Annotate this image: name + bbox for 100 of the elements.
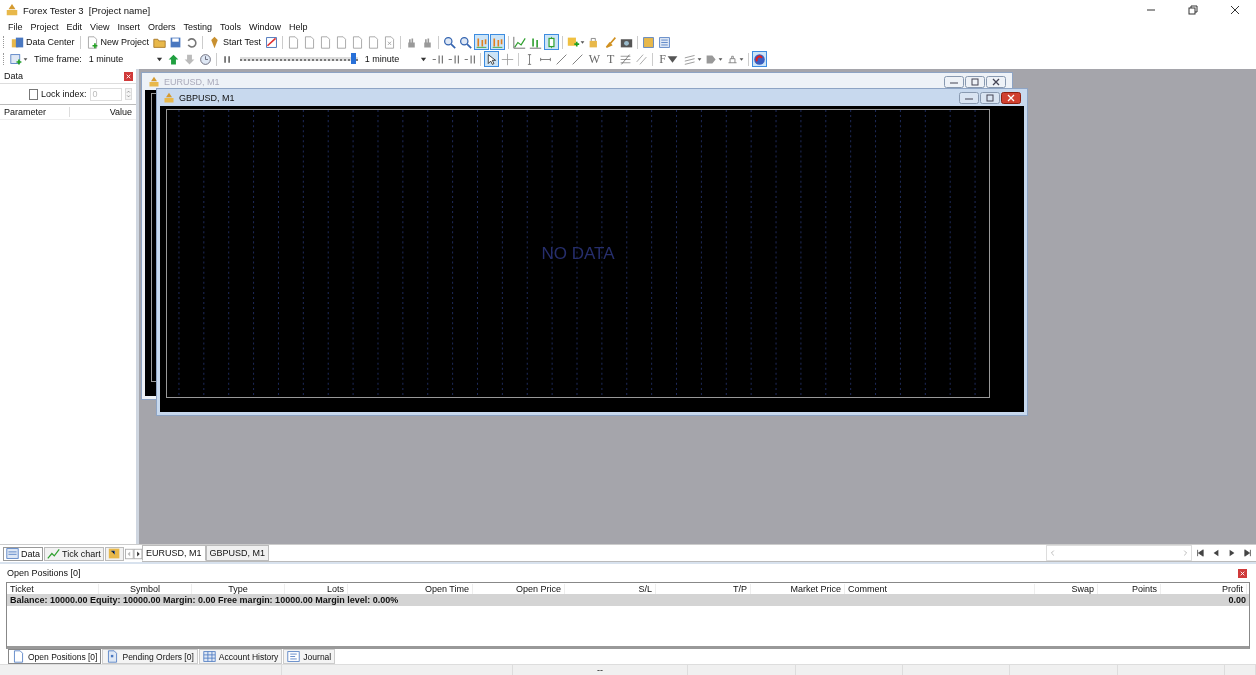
- zoom-in-icon: [442, 35, 456, 49]
- toolbar-button[interactable]: [263, 34, 279, 50]
- timeframe-icon: [10, 52, 23, 66]
- caret-icon: [419, 55, 427, 63]
- line-chart-icon: [47, 547, 60, 560]
- toolbar-button[interactable]: [640, 34, 656, 50]
- app-icon: [163, 91, 175, 104]
- list-icon: [657, 35, 671, 49]
- minimize-button[interactable]: [944, 75, 964, 88]
- toolbar-button[interactable]: [473, 34, 489, 50]
- column-header: Parameter: [4, 107, 47, 117]
- toolbar-button[interactable]: [483, 51, 499, 67]
- toolbar-button[interactable]: [489, 34, 505, 50]
- document-icon: [382, 35, 396, 49]
- step-icon: [462, 52, 476, 66]
- restore-button[interactable]: [1188, 5, 1198, 15]
- document-icon: [106, 650, 120, 663]
- panel-tab[interactable]: Account History: [198, 649, 283, 664]
- toolbar-button[interactable]: [441, 34, 457, 50]
- no-data-message: NO DATA: [541, 243, 615, 264]
- column-header: Profit: [1161, 583, 1247, 594]
- text-tool-button[interactable]: W: [585, 51, 603, 67]
- panel-tab[interactable]: Open Positions [0]: [8, 649, 102, 664]
- trend-line-icon: [554, 52, 568, 66]
- menu-item[interactable]: Testing: [179, 21, 216, 32]
- toolbar-button[interactable]: [656, 34, 672, 50]
- shape-icon: [705, 52, 719, 66]
- first-icon[interactable]: [1196, 549, 1204, 557]
- lock-index-label: Lock index:: [41, 89, 87, 99]
- menu-item[interactable]: Window: [245, 21, 285, 32]
- document-icon: [286, 35, 300, 49]
- column-header: Open Price: [473, 583, 565, 594]
- up-arrow-icon: [166, 52, 180, 66]
- toolbar-button[interactable]: [9, 51, 29, 67]
- bar-chart-icon: [528, 35, 542, 49]
- tab-scroll-buttons[interactable]: [124, 547, 142, 560]
- menu-item[interactable]: Help: [285, 21, 312, 32]
- chart-window-title: GBPUSD, M1: [179, 92, 235, 103]
- toolbar-button[interactable]: Data Center: [9, 34, 77, 50]
- folder-icon: [107, 547, 121, 560]
- last-icon[interactable]: [1244, 549, 1252, 557]
- app-icon: [5, 3, 19, 17]
- journal-icon: [287, 650, 301, 663]
- caret-icon: [697, 56, 703, 62]
- text-tool-button[interactable]: F: [656, 51, 683, 67]
- window-tab[interactable]: GBPUSD, M1: [205, 545, 270, 561]
- timeframe-select[interactable]: 1 minute: [362, 53, 429, 65]
- close-button[interactable]: [1001, 91, 1021, 104]
- panel-tab[interactable]: Tick chart: [44, 546, 104, 561]
- next-icon[interactable]: [1228, 549, 1236, 557]
- toolbar-button[interactable]: [752, 51, 768, 67]
- document-icon: [366, 35, 380, 49]
- status-text: --: [596, 665, 603, 675]
- timeframe-select[interactable]: 1 minute: [86, 53, 165, 65]
- toolbar-button[interactable]: [543, 34, 559, 50]
- caret-icon: [579, 39, 585, 45]
- window-tab[interactable]: EURUSD, M1: [142, 545, 206, 561]
- panel-tab[interactable]: Data: [3, 546, 43, 561]
- trend-line-icon: [570, 52, 584, 66]
- close-icon[interactable]: [1230, 5, 1240, 15]
- menu-item[interactable]: Insert: [113, 21, 144, 32]
- menu-item[interactable]: Orders: [143, 21, 180, 32]
- column-header: T/P: [656, 583, 751, 594]
- previous-icon[interactable]: [1212, 549, 1220, 557]
- toolbar-button[interactable]: Start Test: [206, 34, 263, 50]
- close-button[interactable]: [124, 71, 133, 81]
- column-header: Comment: [845, 583, 1035, 594]
- close-button[interactable]: [1238, 568, 1247, 578]
- minimize-button[interactable]: [959, 91, 979, 104]
- chart-window-title: EURUSD, M1: [164, 76, 220, 87]
- menu-item[interactable]: File: [4, 21, 27, 32]
- app-icon: [148, 75, 160, 88]
- report-icon: [264, 35, 278, 49]
- lock-index-checkbox[interactable]: [29, 88, 39, 100]
- menu-item[interactable]: View: [86, 21, 114, 32]
- table-icon: [6, 547, 19, 560]
- step-icon: [446, 52, 460, 66]
- panel-tab[interactable]: Pending Orders [0]: [102, 649, 198, 664]
- column-header: S/L: [565, 583, 656, 594]
- zoom-out-icon: [458, 35, 472, 49]
- document-icon: [334, 35, 348, 49]
- menu-item[interactable]: Edit: [62, 21, 87, 32]
- toolbar-button[interactable]: [457, 34, 473, 50]
- magnet-icon: [753, 52, 767, 66]
- panel-title: Data: [4, 71, 23, 81]
- close-button[interactable]: [986, 75, 1006, 88]
- column-header: Lots: [285, 583, 348, 594]
- document-icon: [302, 35, 316, 49]
- step-icon: [430, 52, 444, 66]
- profit-total: 0.00: [1228, 595, 1246, 605]
- panel-tab[interactable]: Journal: [283, 649, 336, 664]
- menu-item[interactable]: Project: [26, 21, 63, 32]
- toolbar-button[interactable]: [197, 51, 213, 67]
- text-tool-button[interactable]: T: [604, 51, 618, 67]
- brush-icon: [603, 35, 617, 49]
- table-icon: [202, 650, 216, 663]
- panel-tab[interactable]: [104, 546, 124, 561]
- clock-icon: [198, 52, 212, 66]
- menu-item[interactable]: Tools: [215, 21, 245, 32]
- toolbar-button[interactable]: New Project: [83, 34, 152, 50]
